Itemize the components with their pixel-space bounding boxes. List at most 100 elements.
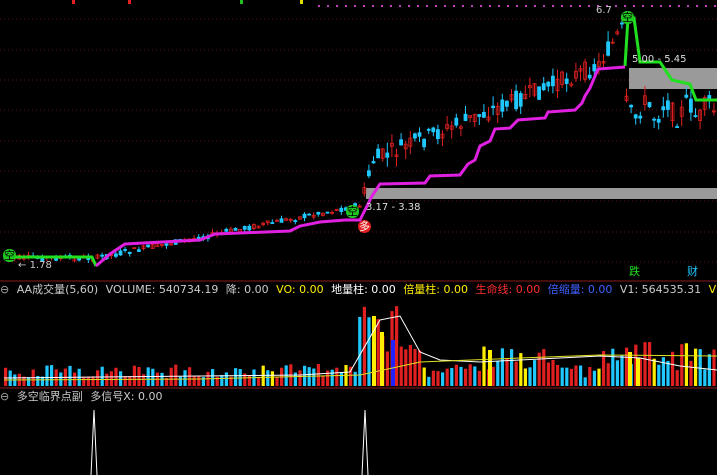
candle-body[interactable] (293, 220, 298, 222)
volume-bar[interactable] (4, 367, 8, 386)
volume-bar[interactable] (418, 350, 422, 386)
candle-body[interactable] (537, 86, 541, 100)
volume-bar[interactable] (275, 377, 279, 386)
candle-body[interactable] (481, 111, 486, 118)
volume-bar[interactable] (427, 376, 431, 386)
candle-body[interactable] (629, 104, 633, 108)
candle-body[interactable] (463, 113, 468, 121)
candle-body[interactable] (647, 102, 652, 108)
volume-bar[interactable] (27, 377, 31, 386)
volume-bar[interactable] (500, 348, 504, 386)
candle-body[interactable] (546, 81, 551, 87)
volume-bar[interactable] (574, 365, 578, 386)
volume-bar[interactable] (192, 375, 196, 386)
volume-bar[interactable] (96, 370, 100, 386)
volume-bar[interactable] (454, 364, 458, 386)
volume-bar[interactable] (625, 347, 629, 386)
candle-body[interactable] (707, 95, 712, 100)
candle-body[interactable] (164, 243, 169, 246)
volume-bar[interactable] (648, 342, 652, 386)
candle-body[interactable] (307, 213, 312, 216)
volume-bar[interactable] (569, 368, 573, 386)
volume-bar[interactable] (477, 370, 481, 386)
candle-body[interactable] (675, 126, 679, 128)
volume-bar[interactable] (615, 360, 619, 386)
volume-bar[interactable] (643, 342, 647, 386)
volume-bar[interactable] (712, 349, 716, 386)
volume-bar-double[interactable] (636, 358, 640, 386)
candle-body[interactable] (123, 249, 127, 251)
volume-bar-double[interactable] (372, 316, 376, 386)
candle-body[interactable] (279, 218, 284, 223)
duo-signal-badge[interactable]: 多 (358, 220, 371, 233)
volume-bar[interactable] (404, 349, 408, 386)
candle-body[interactable] (491, 105, 496, 109)
candle-body[interactable] (242, 226, 247, 230)
volume-bar[interactable] (671, 351, 675, 386)
candle-body[interactable] (435, 129, 440, 140)
candle-body[interactable] (684, 94, 689, 98)
volume-bar[interactable] (132, 365, 136, 386)
candle-body[interactable] (376, 148, 381, 159)
volume-bar[interactable] (266, 370, 270, 386)
candle-body[interactable] (541, 83, 546, 91)
volume-bar[interactable] (257, 377, 261, 386)
candle-body[interactable] (426, 128, 431, 131)
candle-body[interactable] (127, 251, 132, 254)
candle-body[interactable] (366, 170, 371, 177)
volume-bar[interactable] (270, 371, 274, 386)
candle-body[interactable] (633, 114, 638, 119)
volume-bar[interactable] (459, 366, 463, 386)
volume-bar[interactable] (91, 376, 95, 386)
volume-bar-double[interactable] (380, 332, 384, 386)
volume-bar[interactable] (298, 370, 302, 386)
volume-bar[interactable] (528, 367, 532, 386)
volume-bar[interactable] (560, 367, 564, 386)
volume-bar[interactable] (542, 349, 546, 386)
candle-body[interactable] (666, 100, 670, 110)
kong-signal-badge[interactable]: 空 (3, 249, 16, 262)
candle-body[interactable] (477, 114, 482, 117)
volume-bar[interactable] (220, 375, 224, 386)
volume-bars[interactable] (4, 306, 716, 386)
volume-bar[interactable] (473, 366, 477, 386)
volume-bar[interactable] (620, 355, 624, 386)
kong-signal-badge-3[interactable]: 空 (621, 11, 634, 24)
volume-bar[interactable] (339, 372, 343, 386)
volume-bar[interactable] (482, 346, 486, 386)
candle-body[interactable] (270, 222, 275, 224)
volume-bar[interactable] (533, 360, 537, 386)
volume-bar[interactable] (611, 348, 615, 386)
volume-bar[interactable] (358, 316, 362, 386)
candle-body[interactable] (656, 118, 661, 123)
candle-body[interactable] (661, 106, 666, 111)
volume-bar[interactable] (367, 317, 371, 386)
volume-bar[interactable] (119, 371, 123, 386)
candle-body[interactable] (412, 133, 417, 139)
candle-body[interactable] (233, 228, 238, 231)
volume-bar[interactable] (546, 362, 550, 386)
collapse-icon[interactable]: ⊖ (0, 283, 9, 296)
candle-body[interactable] (431, 127, 436, 133)
candle-body[interactable] (592, 64, 597, 72)
volume-bar[interactable] (689, 360, 693, 386)
volume-bar[interactable] (234, 368, 238, 386)
volume-bar[interactable] (436, 371, 440, 386)
volume-bar[interactable] (82, 376, 86, 386)
volume-bar[interactable] (496, 361, 500, 386)
candle-body[interactable] (606, 41, 610, 56)
candle-body[interactable] (146, 244, 151, 248)
candle-body[interactable] (638, 115, 643, 119)
volume-bar[interactable] (376, 319, 380, 386)
volume-bar[interactable] (408, 345, 412, 386)
volume-bar[interactable] (491, 366, 495, 386)
candle-body[interactable] (114, 253, 118, 257)
volume-bar[interactable] (284, 365, 288, 386)
candle-body[interactable] (693, 115, 698, 118)
volume-bar[interactable] (565, 367, 569, 386)
candle-body[interactable] (514, 90, 518, 110)
volume-bar[interactable] (224, 372, 228, 386)
candle-body[interactable] (316, 211, 321, 215)
volume-bar[interactable] (178, 376, 182, 386)
volume-bar[interactable] (510, 349, 514, 386)
